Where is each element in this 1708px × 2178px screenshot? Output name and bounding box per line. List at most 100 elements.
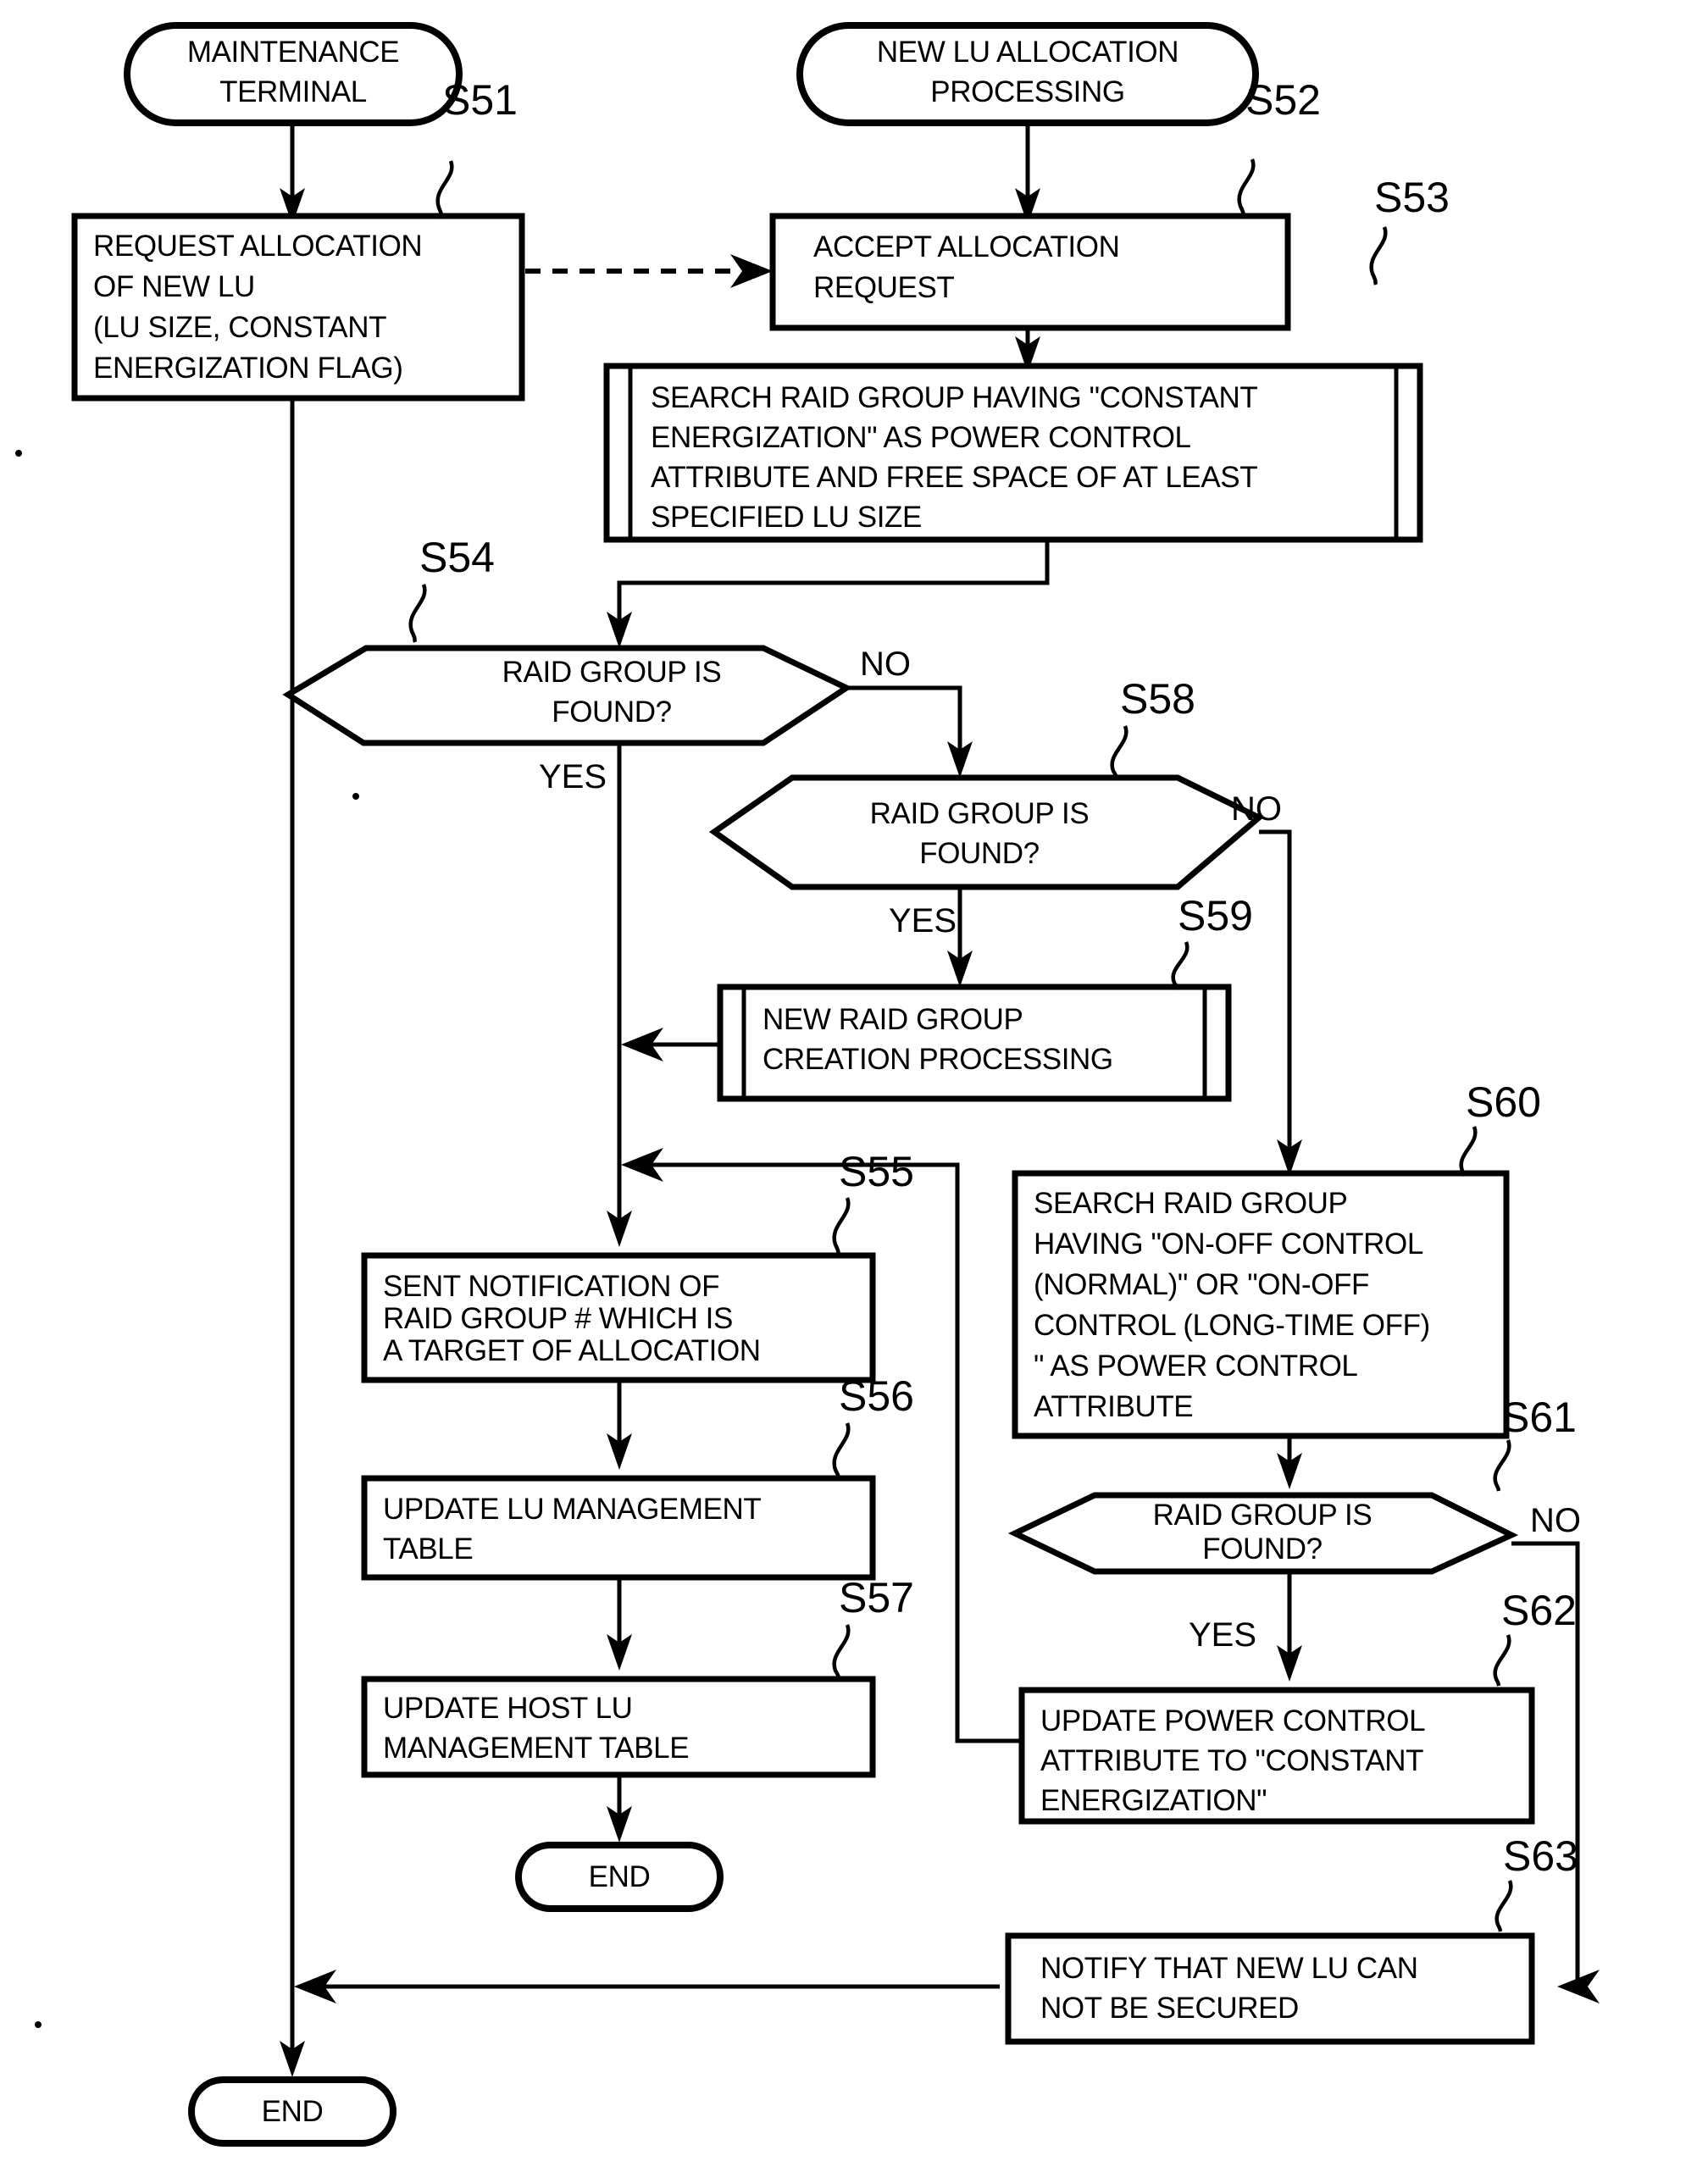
node-s51-line3: (LU SIZE, CONSTANT [93,311,386,344]
node-s52-line1: ACCEPT ALLOCATION [813,230,1119,263]
node-s61-line1: RAID GROUP IS [1153,1499,1372,1532]
node-s56: UPDATE LU MANAGEMENT TABLE [361,1475,876,1581]
node-s60-line4: CONTROL (LONG-TIME OFF) [1034,1309,1430,1342]
node-s56-line2: TABLE [383,1532,473,1566]
node-s55-line1: SENT NOTIFICATION OF [383,1270,719,1303]
connector-s57-to-end-middle [607,1775,632,1843]
node-s60-line1: SEARCH RAID GROUP [1034,1187,1347,1220]
step-leader-s62: S62 [1493,1587,1577,1687]
node-s62: UPDATE POWER CONTROL ATTRIBUTE TO "CONST… [1018,1687,1535,1825]
node-s60-line5: " AS POWER CONTROL [1034,1349,1358,1383]
edge-label-s54-no: NO [860,646,911,683]
node-s58-line2: FOUND? [919,837,1040,870]
step-label-s51: S51 [442,76,518,124]
step-label-s59: S59 [1178,892,1253,939]
connector-terminal-to-s51 [280,123,305,224]
node-s63-line1: NOTIFY THAT NEW LU CAN [1040,1952,1418,1985]
node-s55-line3: A TARGET OF ALLOCATION [383,1334,761,1367]
edge-label-s58-yes: YES [889,902,957,939]
connector-s63-to-end-left [294,1970,1000,2003]
scan-artifact-dot-3 [35,2021,42,2028]
node-s52-line2: REQUEST [813,271,954,304]
node-s63: NOTIFY THAT NEW LU CAN NOT BE SECURED [1005,1932,1535,2045]
step-leader-s63: S63 [1494,1832,1578,1932]
connector-s54-no-to-s58 [846,685,973,778]
terminator-end-left: END [188,2076,396,2147]
node-s53: SEARCH RAID GROUP HAVING "CONSTANT ENERG… [603,363,1423,543]
node-s54: RAID GROUP IS FOUND? [282,645,853,746]
connector-s56-to-s57 [607,1577,632,1671]
connector-s59-to-merge [621,1028,724,1061]
node-s55-line2: RAID GROUP # WHICH IS [383,1302,733,1335]
node-s58-line1: RAID GROUP IS [870,797,1090,830]
step-label-s53: S53 [1374,174,1450,221]
node-s53-line1: SEARCH RAID GROUP HAVING "CONSTANT [651,381,1257,414]
step-label-s63: S63 [1503,1832,1578,1880]
step-label-s54: S54 [419,534,495,581]
step-leader-s58: S58 [1110,675,1195,781]
node-s63-line2: NOT BE SECURED [1040,1992,1299,2025]
flowchart-canvas: S52 --> [0,0,1708,2178]
step-label-s52: S52 [1245,76,1321,124]
step-leader-s57: S57 [832,1574,914,1681]
step-leader-s53: S53 [1369,174,1450,285]
connector-s61-yes-to-s62 [1277,1571,1302,1682]
node-s61-line2: FOUND? [1202,1532,1323,1566]
node-s60: SEARCH RAID GROUP HAVING "ON-OFF CONTROL… [1012,1170,1510,1439]
node-s58: RAID GROUP IS FOUND? [708,774,1265,890]
node-s60-line2: HAVING "ON-OFF CONTROL [1034,1228,1423,1261]
step-leader-s60: S60 [1459,1078,1541,1178]
node-s53-line3: ATTRIBUTE AND FREE SPACE OF AT LEAST [651,461,1257,494]
node-s57: UPDATE HOST LU MANAGEMENT TABLE [361,1676,876,1778]
node-s53-line2: ENERGIZATION" AS POWER CONTROL [651,421,1191,454]
terminator-end-middle-label: END [589,1860,651,1893]
node-s56-line1: UPDATE LU MANAGEMENT [383,1493,761,1526]
scan-artifact-dot-2 [352,793,359,800]
connector-s60-to-s61 [1277,1436,1302,1489]
node-s62-line3: ENERGIZATION" [1040,1784,1267,1817]
connector-s51-to-end-left [280,398,305,2077]
node-s59-line2: CREATION PROCESSING [762,1043,1113,1076]
connector-s53-to-s54 [607,540,1050,648]
step-label-s55: S55 [839,1148,914,1195]
connector-s54-yes-to-s55 [607,743,632,1247]
step-label-s58: S58 [1120,675,1195,723]
step-label-s61: S61 [1501,1394,1577,1441]
step-leader-s52: S52 [1237,76,1321,218]
terminator-processing-line1: NEW LU ALLOCATION [877,36,1178,69]
edge-label-s61-yes: YES [1189,1616,1256,1654]
node-s59-line1: NEW RAID GROUP [762,1003,1023,1036]
step-label-s62: S62 [1501,1587,1577,1634]
terminator-new-lu-allocation-processing: NEW LU ALLOCATION PROCESSING [796,22,1259,126]
node-s54-line2: FOUND? [552,696,672,729]
terminator-maintenance-terminal: MAINTENANCE TERMINAL [124,22,463,126]
node-s51-line4: ENERGIZATION FLAG) [93,352,403,385]
node-s51-line2: OF NEW LU [93,270,255,303]
node-s60-line6: ATTRIBUTE [1034,1390,1193,1423]
connector-s55-to-s56 [607,1380,632,1470]
edge-label-s61-no: NO [1530,1502,1581,1539]
node-s62-line2: ATTRIBUTE TO "CONSTANT [1040,1744,1423,1777]
node-s60-line3: (NORMAL)" OR "ON-OFF [1034,1268,1369,1301]
connector-s51-to-s52-dashed [525,254,773,288]
connector-s58-no-to-s60 [1259,829,1302,1176]
node-s59: NEW RAID GROUP CREATION PROCESSING [717,984,1232,1102]
step-leader-s61: S61 [1493,1394,1577,1492]
node-s57-line1: UPDATE HOST LU [383,1692,633,1725]
step-label-s60: S60 [1466,1078,1541,1126]
terminator-end-left-label: END [262,2095,324,2128]
node-s55: SENT NOTIFICATION OF RAID GROUP # WHICH … [361,1252,876,1383]
node-s52: ACCEPT ALLOCATION REQUEST [769,213,1291,331]
node-s53-line4: SPECIFIED LU SIZE [651,501,922,534]
edge-label-s54-yes: YES [539,758,607,795]
step-leader-s51: S51 [435,76,518,219]
node-s57-line2: MANAGEMENT TABLE [383,1732,689,1765]
terminator-maintenance-line1: MAINTENANCE [187,36,399,69]
node-s51-line1: REQUEST ALLOCATION [93,230,422,263]
terminator-maintenance-line2: TERMINAL [219,75,367,108]
scan-artifact-dot-1 [15,450,22,457]
flowchart-svg: S52 --> [15,22,1600,2147]
node-s51: REQUEST ALLOCATION OF NEW LU (LU SIZE, C… [71,213,525,402]
step-label-s57: S57 [839,1574,914,1621]
step-leader-s56: S56 [832,1372,914,1481]
